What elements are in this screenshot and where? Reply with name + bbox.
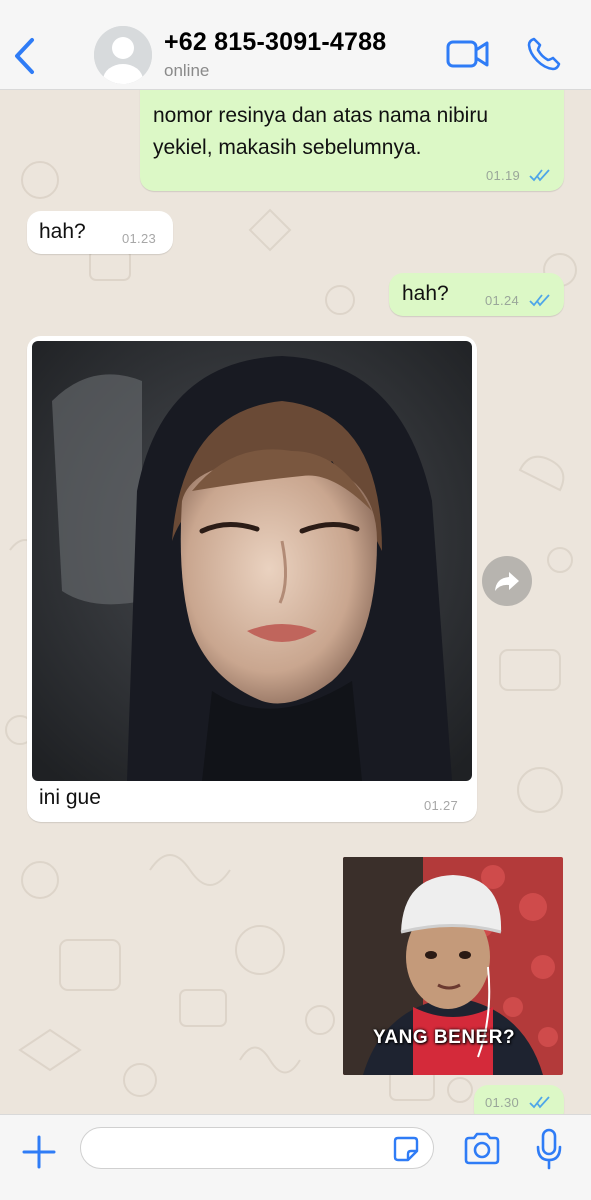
- message-input-bar: [0, 1114, 591, 1200]
- plus-icon[interactable]: [20, 1133, 58, 1171]
- message-input[interactable]: [80, 1127, 434, 1169]
- photo-attachment[interactable]: [32, 341, 472, 781]
- message-text-line: nomor resinya dan atas nama nibiru: [153, 104, 489, 127]
- message-bubble-outgoing[interactable]: hah? 01.24: [389, 273, 564, 316]
- contact-name[interactable]: +62 815-3091-4788: [164, 28, 386, 57]
- chat-header: +62 815-3091-4788 online: [0, 0, 591, 90]
- message-bubble-outgoing[interactable]: udah habis. ID22757502027. Ini nomor res…: [140, 90, 564, 191]
- message-text-line: yekiel, makasih sebelumnya.: [153, 136, 422, 159]
- default-avatar-icon: [94, 26, 152, 84]
- chat-area[interactable]: udah habis. ID22757502027. Ini nomor res…: [0, 90, 591, 1114]
- message-time: 01.30: [485, 1095, 520, 1110]
- forward-button[interactable]: [482, 556, 532, 606]
- sticker-icon[interactable]: [392, 1135, 420, 1163]
- message-text-line: udah habis. ID22757502027. Ini: [153, 90, 451, 100]
- contact-status: online: [164, 61, 210, 80]
- message-time: 01.23: [122, 231, 157, 246]
- message-time: 01.24: [485, 293, 520, 308]
- read-receipt-icon: [529, 1096, 550, 1109]
- video-camera-icon[interactable]: [446, 38, 490, 70]
- message-text: hah?: [39, 220, 86, 243]
- sticker-caption: YANG BENER?: [373, 1027, 516, 1048]
- message-text: hah?: [402, 282, 449, 305]
- forward-arrow-icon: [495, 572, 519, 591]
- message-bubble-incoming-photo[interactable]: ini gue 01.27: [27, 336, 477, 822]
- message-bubble-incoming[interactable]: hah? 01.23: [27, 211, 173, 254]
- avatar[interactable]: [94, 26, 152, 84]
- read-receipt-icon: [529, 169, 550, 182]
- read-receipt-icon: [529, 294, 550, 307]
- message-time: 01.27: [424, 798, 459, 813]
- chevron-left-icon[interactable]: [10, 36, 40, 76]
- message-time: 01.19: [486, 168, 521, 183]
- message-bubble-outgoing[interactable]: 01.30: [474, 1085, 564, 1114]
- phone-icon[interactable]: [526, 36, 562, 72]
- photo-image: [32, 341, 472, 781]
- sticker-meme[interactable]: YANG BENER?: [343, 857, 563, 1075]
- camera-icon[interactable]: [462, 1131, 502, 1167]
- microphone-icon[interactable]: [534, 1127, 564, 1171]
- photo-caption: ini gue: [39, 786, 101, 809]
